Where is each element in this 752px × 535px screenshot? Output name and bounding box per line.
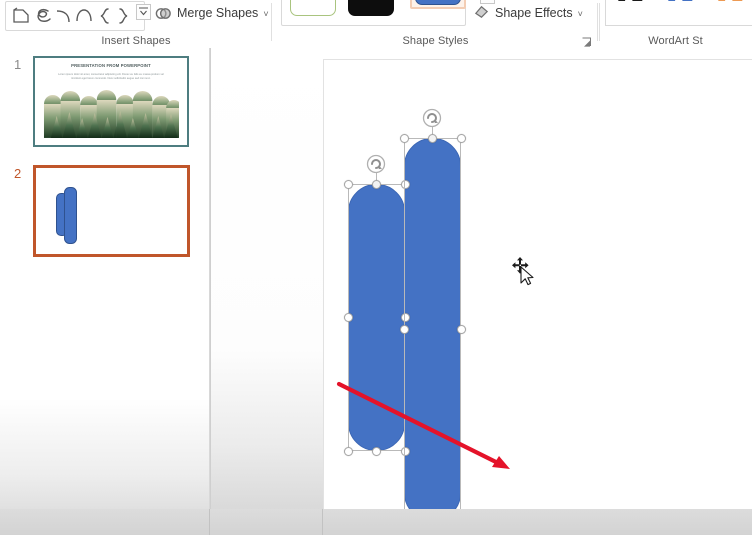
shape-effects-label: Shape Effects xyxy=(495,6,573,20)
slide-1-forest-image xyxy=(43,90,180,139)
selection-frame-right xyxy=(404,138,461,521)
powerpoint-window: Merge Shapes ˅ Insert Shapes Shape Effec… xyxy=(0,0,752,535)
selection-handle-left-tl[interactable] xyxy=(343,179,353,189)
right-brace-shape-icon[interactable] xyxy=(112,5,134,27)
group-label-wordart-styles: WordArt St xyxy=(648,35,703,47)
style-swatch-outline-light[interactable] xyxy=(290,0,336,16)
group-divider-1 xyxy=(271,3,272,41)
selection-handle-right-tr[interactable] xyxy=(456,133,466,143)
selection-handle-left-ml[interactable] xyxy=(343,313,353,322)
chevron-down-icon[interactable]: ˅ xyxy=(263,9,268,19)
slide-editor-area[interactable] xyxy=(209,48,752,535)
wordart-sample-3[interactable]: A xyxy=(718,0,743,8)
shape-effects-button[interactable]: Shape Effects ˅ xyxy=(473,2,583,24)
thumb-shape-right xyxy=(64,187,77,244)
slide-1-subtitle: Lorem ipsum dolor sit amet, consectetur … xyxy=(58,72,164,80)
merge-shapes-button[interactable]: Merge Shapes ˅ xyxy=(152,2,272,24)
selection-handle-right-tc[interactable] xyxy=(428,133,437,143)
status-divider-1 xyxy=(209,509,210,535)
slide-2-preview[interactable] xyxy=(33,165,190,257)
ribbon: Merge Shapes ˅ Insert Shapes Shape Effec… xyxy=(0,0,752,49)
wordart-styles-gallery[interactable]: A A A xyxy=(605,0,752,26)
group-divider-2 xyxy=(597,3,598,41)
bottom-status-strip xyxy=(0,509,752,535)
ribbon-group-shape-styles: Shape Effects ˅ Shape Styles xyxy=(273,0,598,48)
group-label-shape-styles: Shape Styles xyxy=(402,35,469,47)
ribbon-group-wordart-styles: A A A WordArt St xyxy=(599,0,752,48)
status-divider-2 xyxy=(322,509,323,535)
rotation-handle-left[interactable] xyxy=(366,154,386,174)
move-cursor xyxy=(512,257,534,286)
selection-handle-right-tl[interactable] xyxy=(399,133,409,143)
slide-number-2: 2 xyxy=(14,166,22,181)
wordart-sample-2[interactable]: A xyxy=(668,0,693,8)
freeform-shape-icon[interactable] xyxy=(10,5,32,27)
group-divider-3 xyxy=(599,3,600,41)
shape-styles-dialog-launcher[interactable] xyxy=(581,35,592,47)
selection-handle-left-bc[interactable] xyxy=(372,446,381,456)
style-swatch-fill-blue[interactable] xyxy=(415,0,461,5)
slide-1-title: PRESENTATION FROM POWERPOINT xyxy=(71,62,151,69)
shape-effects-icon xyxy=(473,3,490,23)
arc-shape-icon[interactable] xyxy=(52,5,74,27)
selection-handle-left-tc[interactable] xyxy=(372,179,381,189)
slide-thumbnail-panel[interactable]: 1 PRESENTATION FROM POWERPOINT Lorem ips… xyxy=(0,48,209,535)
slide-number-1: 1 xyxy=(14,57,22,72)
style-swatch-selected-highlight[interactable] xyxy=(410,0,466,9)
rotation-handle-right[interactable] xyxy=(422,108,442,128)
selection-frame-left xyxy=(348,184,405,451)
ribbon-group-insert-shapes: Merge Shapes ˅ Insert Shapes xyxy=(0,0,272,48)
slide-1-preview[interactable]: PRESENTATION FROM POWERPOINT Lorem ipsum… xyxy=(33,56,189,147)
shapes-gallery[interactable] xyxy=(5,1,151,31)
slide-canvas[interactable] xyxy=(323,59,752,534)
style-swatch-fill-black[interactable] xyxy=(348,0,394,16)
shape-styles-gallery[interactable] xyxy=(281,0,495,26)
selection-handle-left-bl[interactable] xyxy=(343,446,353,456)
selection-handle-right-mr[interactable] xyxy=(456,325,466,334)
curve-shape-icon[interactable] xyxy=(73,5,95,27)
chevron-down-icon[interactable]: ˅ xyxy=(578,9,583,19)
scribble-shape-icon[interactable] xyxy=(31,5,53,27)
shapes-gallery-more-button[interactable] xyxy=(136,4,151,20)
wordart-sample-1[interactable]: A xyxy=(618,0,643,8)
merge-shapes-icon xyxy=(155,5,172,22)
selection-handle-right-ml[interactable] xyxy=(399,325,409,334)
merge-shapes-label: Merge Shapes xyxy=(177,6,259,20)
group-label-insert-shapes: Insert Shapes xyxy=(101,35,171,47)
panel-splitter[interactable] xyxy=(210,48,211,535)
